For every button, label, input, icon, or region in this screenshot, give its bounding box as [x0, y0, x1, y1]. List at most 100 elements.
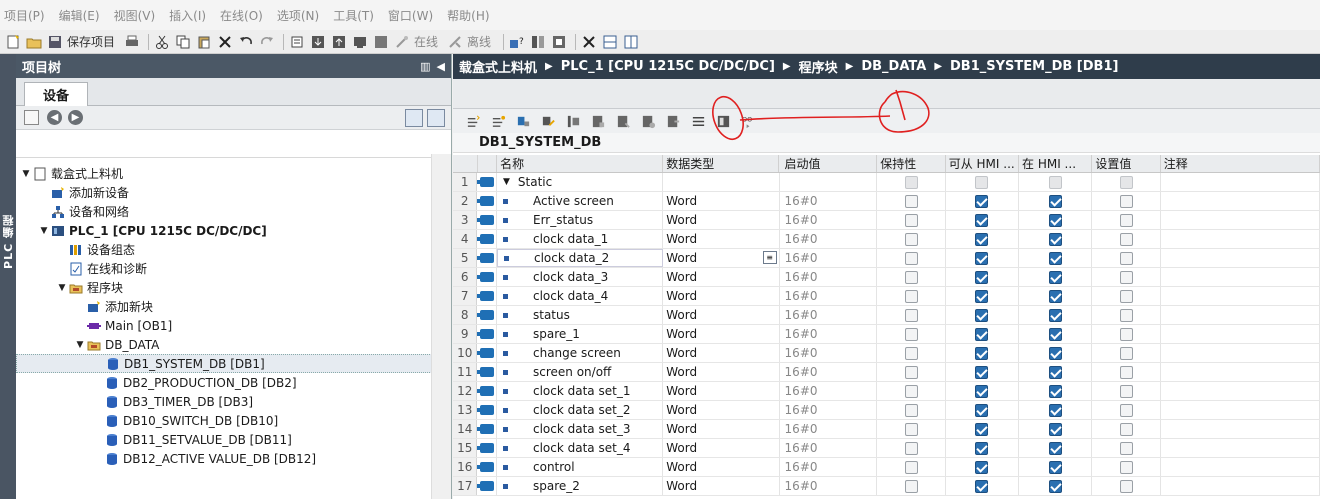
- compile-icon[interactable]: [288, 33, 306, 51]
- retain-checkbox[interactable]: [904, 270, 918, 284]
- retain-checkbox[interactable]: [904, 384, 918, 398]
- go-online-button[interactable]: 在线: [414, 33, 438, 50]
- comment-cell[interactable]: [1161, 249, 1320, 267]
- expanded-arrow-icon[interactable]: ▼: [56, 283, 68, 293]
- table-row[interactable]: 7 clock data_4 Word 16#0: [453, 287, 1320, 306]
- start-value-cell[interactable]: 16#0: [780, 344, 878, 362]
- tree-item[interactable]: ▼ 程序块: [16, 278, 436, 297]
- expanded-arrow-icon[interactable]: ▼: [74, 340, 86, 350]
- comment-cell[interactable]: [1161, 173, 1320, 191]
- hmi-visible-checkbox[interactable]: [1048, 422, 1062, 436]
- insert-row-icon[interactable]: [465, 113, 481, 129]
- breadcrumb-item[interactable]: 载盒式上料机: [459, 57, 537, 76]
- setpoint-checkbox[interactable]: [1119, 251, 1133, 265]
- member-name-cell[interactable]: change screen: [497, 344, 664, 362]
- start-value-cell[interactable]: 16#0: [780, 439, 878, 457]
- table-row[interactable]: 15 clock data set_4 Word 16#0: [453, 439, 1320, 458]
- retain-checkbox[interactable]: [904, 194, 918, 208]
- comment-cell[interactable]: [1161, 287, 1320, 305]
- go-online-icon[interactable]: [393, 33, 411, 51]
- hmi-visible-checkbox[interactable]: [1048, 327, 1062, 341]
- copy-snapshot-icon[interactable]: [590, 113, 606, 129]
- project-tree-scrollbar[interactable]: [431, 154, 451, 499]
- plc-programming-strip[interactable]: PLC 编程: [0, 54, 16, 499]
- comment-cell[interactable]: [1161, 230, 1320, 248]
- data-type-cell[interactable]: Word: [663, 439, 780, 457]
- start-value-cell[interactable]: 16#0: [780, 192, 878, 210]
- expand-icon[interactable]: ▼: [503, 177, 510, 187]
- cut-icon[interactable]: [153, 33, 171, 51]
- retain-checkbox[interactable]: [904, 327, 918, 341]
- menu-item[interactable]: 工具(T): [333, 7, 374, 24]
- hmi-access-checkbox[interactable]: [975, 479, 989, 493]
- start-value-cell[interactable]: 16#0: [780, 287, 878, 305]
- start-value-cell[interactable]: 16#0: [780, 249, 878, 267]
- start-value-cell[interactable]: 16#0: [780, 382, 878, 400]
- redo-icon[interactable]: [258, 33, 276, 51]
- copy-icon[interactable]: [174, 33, 192, 51]
- start-value-cell[interactable]: 16#0: [780, 401, 878, 419]
- hmi-visible-checkbox[interactable]: [1048, 403, 1062, 417]
- new-item-icon[interactable]: [24, 110, 39, 125]
- tree-item[interactable]: 添加新设备: [16, 183, 436, 202]
- hmi-visible-checkbox[interactable]: [1048, 308, 1062, 322]
- menu-item[interactable]: 视图(V): [114, 7, 156, 24]
- col-name[interactable]: 名称: [497, 155, 664, 172]
- retain-checkbox[interactable]: [904, 289, 918, 303]
- table-row[interactable]: 17 spare_2 Word 16#0: [453, 477, 1320, 496]
- data-type-cell[interactable]: Word: [663, 363, 780, 381]
- monitor-all-icon[interactable]: OO: [740, 113, 756, 129]
- menu-item[interactable]: 编辑(E): [59, 7, 100, 24]
- start-value-cell[interactable]: 16#0: [780, 477, 878, 495]
- menu-item[interactable]: 在线(O): [220, 7, 263, 24]
- setpoint-checkbox[interactable]: [1119, 441, 1133, 455]
- col-visible-in-hmi[interactable]: 在 HMI ...: [1019, 155, 1093, 172]
- hmi-visible-checkbox[interactable]: [1048, 365, 1062, 379]
- data-type-cell[interactable]: Word: [663, 287, 780, 305]
- col-setpoint[interactable]: 设置值: [1092, 155, 1161, 172]
- save-project-button[interactable]: 保存项目: [67, 33, 115, 50]
- comment-cell[interactable]: [1161, 439, 1320, 457]
- member-name-cell[interactable]: spare_2: [497, 477, 664, 495]
- tree-item[interactable]: ▼ DB_DATA: [16, 335, 436, 354]
- hmi-access-checkbox[interactable]: [975, 327, 989, 341]
- expanded-arrow-icon[interactable]: ▼: [20, 169, 32, 179]
- hmi-visible-checkbox[interactable]: [1048, 213, 1062, 227]
- list-view-icon[interactable]: [690, 113, 706, 129]
- setpoint-checkbox[interactable]: [1119, 479, 1133, 493]
- retain-checkbox[interactable]: [904, 251, 918, 265]
- menu-item[interactable]: 插入(I): [169, 7, 206, 24]
- detail-view-icon[interactable]: [405, 109, 423, 127]
- delete-icon[interactable]: [216, 33, 234, 51]
- close-window-icon[interactable]: [580, 33, 598, 51]
- keep-actual-values-icon[interactable]: [715, 113, 731, 129]
- tree-item[interactable]: 在线和诊断: [16, 259, 436, 278]
- hmi-access-checkbox[interactable]: [975, 346, 989, 360]
- setpoint-checkbox[interactable]: [1119, 384, 1133, 398]
- cross-reference-icon[interactable]: [529, 33, 547, 51]
- simulate-icon[interactable]: [351, 33, 369, 51]
- data-type-cell[interactable]: Word: [663, 268, 780, 286]
- comment-cell[interactable]: [1161, 268, 1320, 286]
- data-type-cell[interactable]: Word: [663, 325, 780, 343]
- breadcrumb-item[interactable]: PLC_1 [CPU 1215C DC/DC/DC]: [561, 59, 775, 74]
- start-value-cell[interactable]: 16#0: [780, 325, 878, 343]
- retain-checkbox[interactable]: [904, 346, 918, 360]
- data-type-cell[interactable]: Word: [663, 420, 780, 438]
- menu-item[interactable]: 项目(P): [4, 7, 45, 24]
- table-row[interactable]: 14 clock data set_3 Word 16#0: [453, 420, 1320, 439]
- member-name-cell[interactable]: spare_1: [497, 325, 664, 343]
- tree-item[interactable]: ▼ 载盒式上料机: [16, 164, 436, 183]
- member-name-cell[interactable]: screen on/off: [497, 363, 664, 381]
- comment-cell[interactable]: [1161, 458, 1320, 476]
- go-offline-icon[interactable]: [446, 33, 464, 51]
- tree-item[interactable]: DB1_SYSTEM_DB [DB1]: [16, 354, 436, 373]
- forward-icon[interactable]: ▶: [68, 110, 83, 125]
- comment-cell[interactable]: [1161, 401, 1320, 419]
- hmi-visible-checkbox[interactable]: [1048, 232, 1062, 246]
- comment-cell[interactable]: [1161, 344, 1320, 362]
- setpoint-checkbox[interactable]: [1119, 327, 1133, 341]
- properties-icon[interactable]: [550, 33, 568, 51]
- setpoint-checkbox[interactable]: [1119, 213, 1133, 227]
- undo-icon[interactable]: [237, 33, 255, 51]
